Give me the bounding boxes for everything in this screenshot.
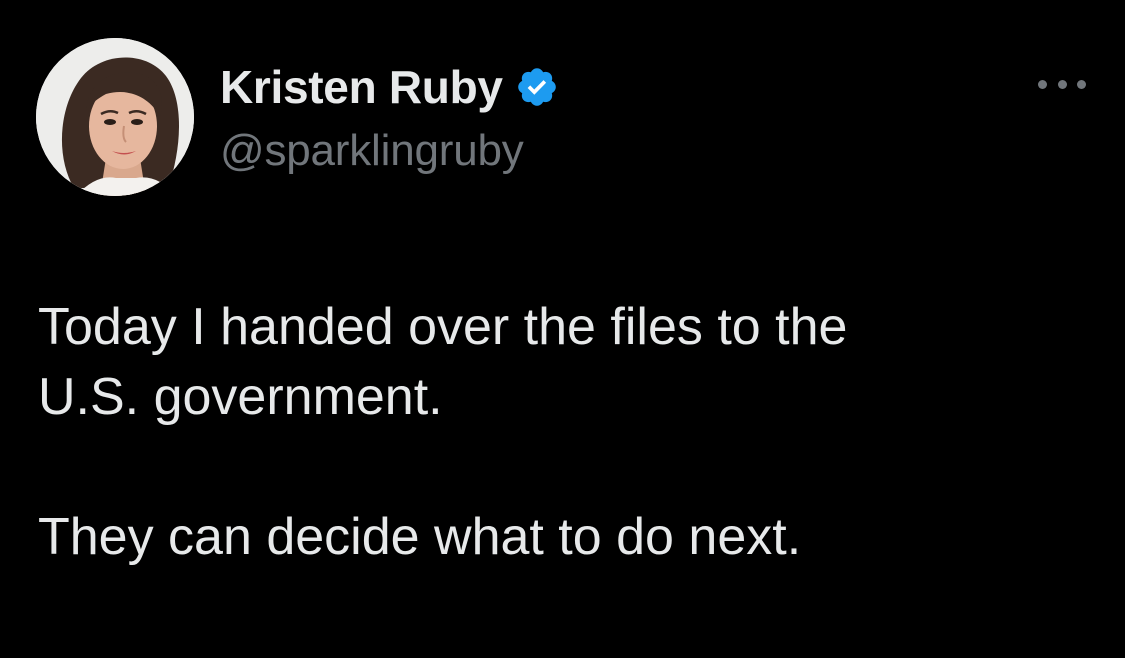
author-name-row: Kristen Ruby	[220, 58, 559, 116]
author-handle[interactable]: @sparklingruby	[220, 126, 524, 176]
tweet-text-line: Today I handed over the files to the	[38, 298, 848, 356]
tweet-text: Today I handed over the files to the U.S…	[38, 292, 1098, 572]
more-dot	[1057, 79, 1067, 89]
tweet-text-line: They can decide what to do next.	[38, 508, 802, 566]
more-options-icon[interactable]	[1038, 72, 1086, 96]
avatar[interactable]	[36, 38, 194, 196]
more-dot	[1038, 79, 1047, 89]
more-dot	[1077, 79, 1086, 89]
verified-badge-icon[interactable]	[515, 65, 559, 109]
tweet-text-line: U.S. government.	[38, 368, 443, 426]
profile-photo-icon	[36, 38, 194, 196]
tweet-card: Kristen Ruby @sparklingruby Today I hand…	[0, 0, 1125, 658]
author-display-name[interactable]: Kristen Ruby	[220, 60, 503, 114]
